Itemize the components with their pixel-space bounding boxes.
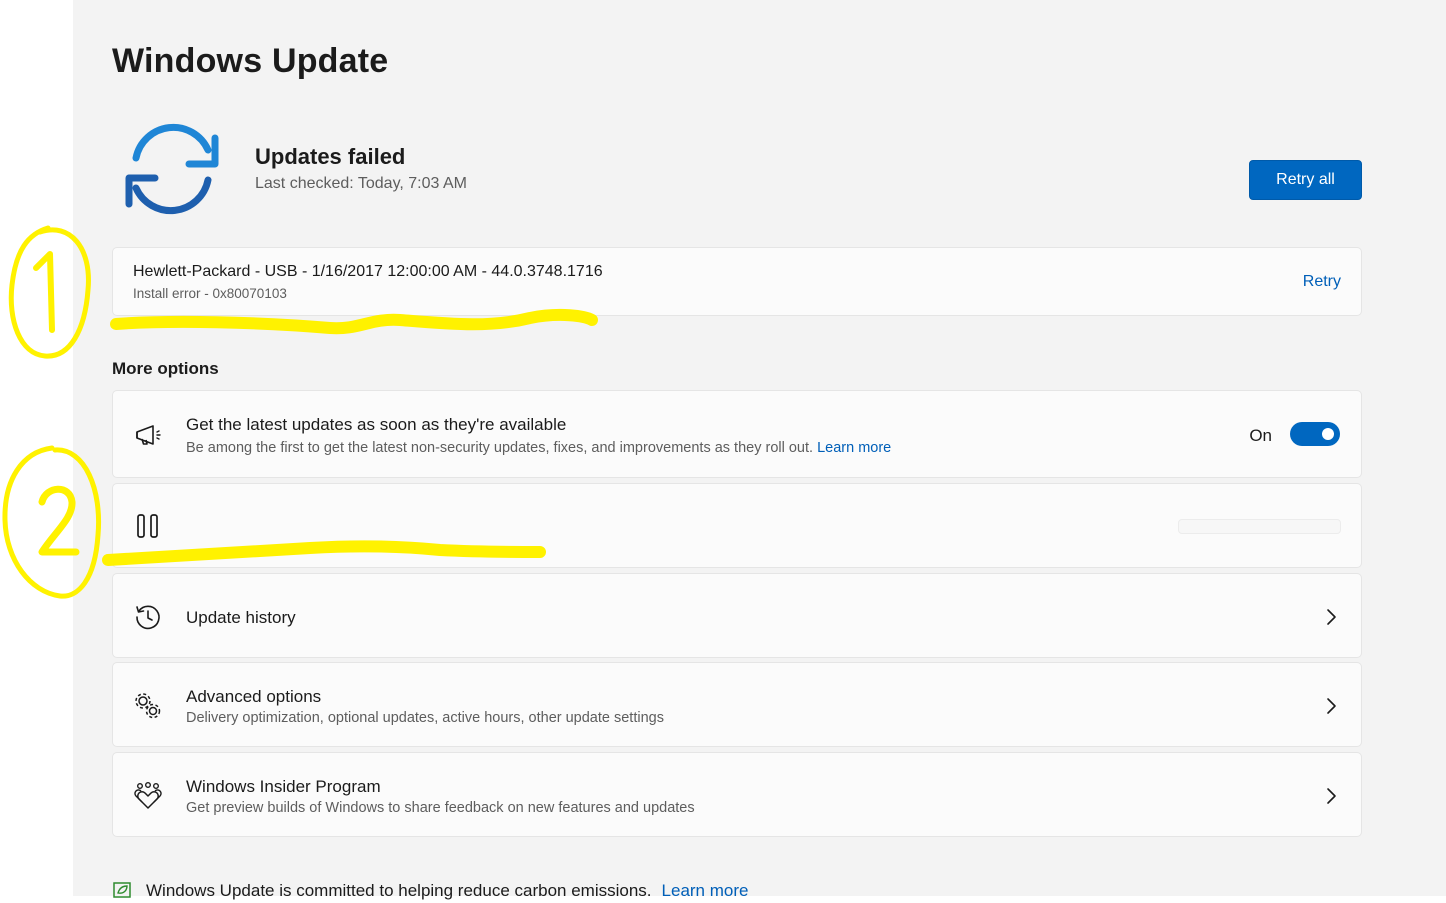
more-options-heading: More options	[112, 359, 219, 378]
chevron-right-icon	[1325, 696, 1339, 716]
pause-duration-dropdown[interactable]	[1178, 519, 1341, 534]
status-title: Updates failed	[255, 144, 406, 169]
chevron-right-icon	[1325, 607, 1339, 627]
footer-text: Windows Update is committed to helping r…	[146, 881, 652, 900]
retry-all-button[interactable]: Retry all	[1249, 160, 1362, 200]
latest-updates-row: Get the latest updates as soon as they'r…	[112, 390, 1362, 478]
toggle-state-label: On	[1249, 426, 1272, 445]
megaphone-icon	[133, 420, 163, 450]
latest-updates-subtitle: Be among the first to get the latest non…	[186, 440, 892, 456]
failed-update-error: Install error - 0x80070103	[133, 286, 287, 301]
learn-more-link[interactable]: Learn more	[817, 440, 891, 456]
failed-update-card: Hewlett-Packard - USB - 1/16/2017 12:00:…	[112, 247, 1362, 316]
advanced-options-title: Advanced options	[186, 687, 322, 706]
insider-program-title: Windows Insider Program	[186, 777, 381, 796]
latest-updates-toggle[interactable]	[1290, 422, 1340, 446]
latest-updates-title: Get the latest updates as soon as they'r…	[186, 415, 567, 434]
insider-program-row[interactable]: Windows Insider Program Get preview buil…	[112, 752, 1362, 837]
retry-link[interactable]: Retry	[1303, 273, 1341, 291]
page-title: Windows Update	[112, 42, 389, 80]
chevron-right-icon	[1325, 786, 1339, 806]
failed-update-title: Hewlett-Packard - USB - 1/16/2017 12:00:…	[133, 263, 603, 280]
gears-icon	[133, 691, 163, 721]
toggle-knob	[1322, 428, 1334, 440]
advanced-options-row[interactable]: Advanced options Delivery optimization, …	[112, 662, 1362, 747]
pause-updates-row[interactable]	[112, 483, 1362, 568]
history-icon	[133, 602, 163, 632]
pause-icon	[133, 511, 163, 541]
leaf-icon	[112, 880, 134, 898]
footer-learn-more-link[interactable]: Learn more	[662, 881, 749, 900]
update-history-row[interactable]: Update history	[112, 573, 1362, 658]
sync-icon	[122, 120, 222, 220]
advanced-options-subtitle: Delivery optimization, optional updates,…	[186, 710, 664, 726]
left-margin	[0, 0, 73, 896]
update-history-title: Update history	[186, 608, 296, 627]
insider-hearts-icon	[133, 781, 163, 811]
insider-program-subtitle: Get preview builds of Windows to share f…	[186, 800, 695, 816]
carbon-footer: Windows Update is committed to helping r…	[112, 880, 748, 901]
last-checked-text: Last checked: Today, 7:03 AM	[255, 175, 467, 192]
